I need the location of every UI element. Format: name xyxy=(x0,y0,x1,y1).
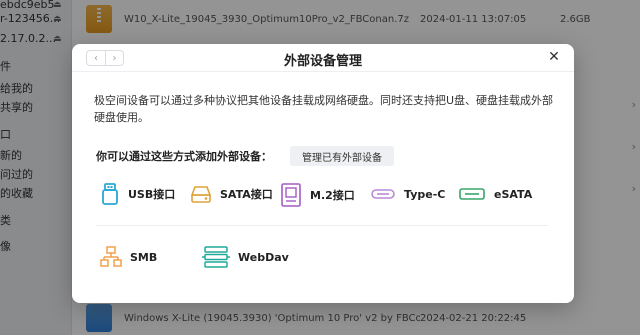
interface-label: USB接口 xyxy=(128,188,176,201)
interface-esata[interactable]: eSATA xyxy=(458,182,532,206)
interface-type-c[interactable]: Type-C xyxy=(370,182,445,206)
network-share-icon xyxy=(100,246,122,267)
interface-label: eSATA xyxy=(494,187,533,201)
interface-usb[interactable]: USB接口 xyxy=(100,182,175,206)
sata-drive-icon xyxy=(190,186,212,203)
protocol-label: WebDav xyxy=(238,250,289,264)
dialog-header: ‹ › 外部设备管理 ✕ xyxy=(72,44,574,72)
manage-devices-button[interactable]: 管理已有外部设备 xyxy=(290,146,394,166)
webdav-server-icon xyxy=(202,246,230,268)
protocol-webdav[interactable]: WebDav xyxy=(202,245,289,269)
interface-label: Type-C xyxy=(404,187,446,201)
dialog-title: 外部设备管理 xyxy=(283,54,362,69)
esata-icon xyxy=(459,188,485,200)
interface-label: M.2接口 xyxy=(310,189,355,202)
methods-row: 你可以通过这些方式添加外部设备： 管理已有外部设备 xyxy=(96,146,394,166)
protocol-smb[interactable]: SMB xyxy=(100,245,157,269)
type-c-icon xyxy=(371,189,395,199)
interface-m2[interactable]: M.2接口 xyxy=(280,182,355,208)
methods-label: 你可以通过这些方式添加外部设备： xyxy=(96,150,272,163)
protocol-label: SMB xyxy=(130,250,158,264)
close-button[interactable]: ✕ xyxy=(546,49,562,65)
interface-label: SATA接口 xyxy=(220,188,273,201)
m2-ssd-icon xyxy=(281,183,301,207)
external-device-dialog: ‹ › 外部设备管理 ✕ 极空间设备可以通过多种协议把其他设备挂载成网络硬盘。同… xyxy=(72,44,574,303)
section-divider xyxy=(96,225,548,226)
interface-sata[interactable]: SATA接口 xyxy=(190,182,273,206)
dialog-description: 极空间设备可以通过多种协议把其他设备挂载成网络硬盘。同时还支持把U盘、硬盘挂载成… xyxy=(94,94,554,124)
usb-icon xyxy=(102,183,118,205)
